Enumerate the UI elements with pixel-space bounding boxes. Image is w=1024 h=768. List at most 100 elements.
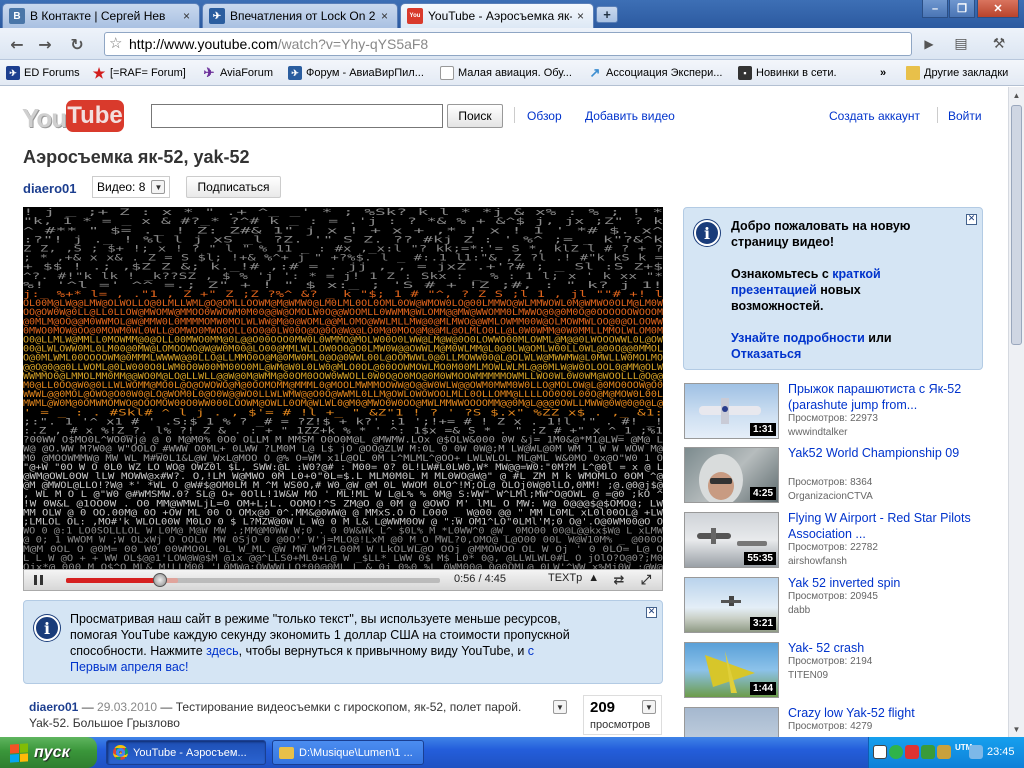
related-title[interactable]: Yak52 World Championship 09: [788, 445, 984, 461]
view-count-box: 209 просмотров ▼: [583, 695, 662, 735]
tour-link[interactable]: краткой: [832, 267, 880, 281]
related-video[interactable]: Crazy low Yak-52 flight Просмотров: 4279: [684, 705, 984, 737]
separator: —: [157, 700, 176, 714]
video-thumbnail[interactable]: 1:44: [684, 642, 779, 698]
pause-button[interactable]: [24, 570, 52, 590]
fullscreen-icon[interactable]: ⤢: [636, 571, 656, 589]
here-link[interactable]: здесь: [206, 644, 238, 658]
close-icon[interactable]: ×: [183, 9, 193, 23]
progress-bar[interactable]: [66, 573, 440, 587]
minimize-button[interactable]: –: [922, 0, 948, 18]
vertical-scrollbar[interactable]: ▲ ▼: [1008, 87, 1024, 737]
bookmark-aviavirpil[interactable]: ✈ Форум - АвиаВирПил...: [288, 64, 424, 82]
tab-lockon[interactable]: ✈ Впечатления от Lock On 2 ×: [202, 3, 398, 28]
related-video[interactable]: 1:44 Yak- 52 crash Просмотров: 2194 TITE…: [684, 640, 984, 702]
related-channel: dabb: [788, 605, 811, 616]
forward-icon[interactable]: →: [34, 33, 56, 55]
go-icon[interactable]: ▶: [918, 33, 940, 55]
textmode-notice: i Просматривая наш сайт в режиме "только…: [23, 600, 663, 684]
bookmark-small-aviation[interactable]: Малая авиация. Обу...: [440, 64, 572, 82]
bookmark-news[interactable]: ▪ Новинки в сети.: [738, 64, 837, 82]
related-channel: TITEN09: [788, 670, 829, 681]
quality-selector[interactable]: TEXTp ▲: [548, 572, 599, 584]
address-bar[interactable]: ☆ http://www.youtube.com/watch?v=Yhy-qYS…: [104, 32, 912, 56]
april-link[interactable]: с: [528, 644, 534, 658]
opt-out-link[interactable]: Отказаться: [731, 347, 801, 361]
search-input[interactable]: [151, 104, 443, 128]
back-icon[interactable]: ←: [6, 33, 28, 55]
taskbar-item-folder[interactable]: D:\Musique\Lumen\1 ...: [272, 740, 424, 765]
scroll-down-icon[interactable]: ▼: [1009, 721, 1024, 737]
new-tab-button[interactable]: +: [596, 6, 618, 23]
bookmarks-overflow-icon[interactable]: »: [880, 64, 886, 82]
search-button[interactable]: Поиск: [447, 104, 503, 128]
close-window-button[interactable]: ✕: [977, 0, 1019, 18]
video-thumbnail[interactable]: 1:31: [684, 383, 779, 439]
start-button[interactable]: пуск: [0, 737, 97, 768]
related-video[interactable]: 3:21 Yak 52 inverted spin Просмотров: 20…: [684, 575, 984, 637]
video-thumbnail[interactable]: 4:25: [684, 447, 779, 503]
related-title[interactable]: Yak 52 inverted spin: [788, 575, 984, 591]
clover-icon[interactable]: [889, 745, 903, 759]
youtube-logo[interactable]: You Tube: [22, 99, 124, 133]
welcome-text: новых: [816, 283, 861, 297]
language-icon[interactable]: [969, 745, 983, 759]
network-icon[interactable]: [921, 745, 935, 759]
related-views: Просмотров: 22782: [788, 542, 878, 553]
folder-icon: [279, 746, 294, 759]
upload-link[interactable]: Добавить видео: [585, 109, 675, 123]
tab-title: Впечатления от Lock On 2: [230, 9, 376, 23]
bookmark-star-icon[interactable]: ☆: [109, 34, 122, 52]
other-bookmarks[interactable]: Другие закладки: [906, 64, 1008, 82]
create-account-link[interactable]: Создать аккаунт: [829, 109, 920, 123]
close-icon[interactable]: ✕: [966, 214, 977, 225]
bookmark-association[interactable]: ↗ Ассоциация Экспери...: [588, 64, 723, 82]
taskbar-item-chrome[interactable]: YouTube - Аэросъем...: [106, 740, 266, 765]
tab-youtube[interactable]: You YouTube - Аэросъемка як- ×: [400, 3, 594, 28]
popout-icon[interactable]: ⇄: [609, 571, 629, 589]
april-link[interactable]: Первым апреля вас!: [70, 660, 189, 674]
bookmark-ed-forums[interactable]: ✈ ED Forums: [6, 64, 80, 82]
tab-vkontakte[interactable]: B В Контакте | Сергей Нев ×: [2, 3, 200, 28]
chevron-down-icon[interactable]: ▼: [151, 180, 166, 194]
browse-link[interactable]: Обзор: [527, 109, 562, 123]
close-icon[interactable]: ×: [577, 9, 587, 23]
channel-link[interactable]: diaero01: [23, 181, 76, 196]
video-player[interactable]: ! j _ ;+ Z : x * " .+ ^_ _' * ; %Sk? k l…: [23, 207, 663, 571]
author-link[interactable]: diaero01: [29, 700, 78, 714]
maximize-button[interactable]: ❐: [949, 0, 975, 18]
video-thumbnail[interactable]: [684, 707, 779, 737]
video-count-dropdown[interactable]: Видео: 8 ▼: [92, 176, 171, 198]
video-thumbnail[interactable]: 3:21: [684, 577, 779, 633]
sign-in-link[interactable]: Войти: [948, 109, 982, 123]
scroll-thumb[interactable]: [1011, 105, 1022, 345]
reload-icon[interactable]: ↻: [66, 33, 88, 55]
bookmark-raf-forum[interactable]: ★ [=RAF= Forum]: [92, 64, 186, 82]
page-menu-icon[interactable]: ▤: [950, 33, 972, 55]
antivirus-icon[interactable]: [905, 745, 919, 759]
close-icon[interactable]: ✕: [646, 607, 657, 618]
wrench-icon[interactable]: ⚒: [988, 33, 1010, 55]
volume-icon[interactable]: [937, 745, 951, 759]
subscribe-button[interactable]: Подписаться: [186, 176, 281, 198]
monitor-icon[interactable]: [873, 745, 887, 759]
related-title[interactable]: Crazy low Yak-52 flight: [788, 705, 984, 721]
related-title[interactable]: Yak- 52 crash: [788, 640, 984, 656]
video-thumbnail[interactable]: 55:35: [684, 512, 779, 568]
progress-scrubber[interactable]: [152, 573, 167, 587]
bookmark-aviaforum[interactable]: ✈ AviaForum: [202, 64, 273, 82]
learn-more-link[interactable]: Узнайте подробности: [731, 331, 865, 345]
related-title[interactable]: Прыжок парашютиста с Як-52 (parashute ju…: [788, 381, 984, 413]
tour-link[interactable]: презентацией: [731, 283, 817, 297]
related-video[interactable]: 1:31 Прыжок парашютиста с Як-52 (parashu…: [684, 381, 984, 443]
page-icon: [440, 66, 454, 80]
video-count-label: Видео: 8: [97, 180, 146, 194]
related-video[interactable]: 55:35 Flying W Airport - Red Star Pilots…: [684, 510, 984, 572]
related-video[interactable]: 4:25 Yak52 World Championship 09 Просмот…: [684, 445, 984, 507]
chevron-down-icon[interactable]: ▼: [553, 700, 567, 714]
chevron-down-icon[interactable]: ▼: [642, 700, 656, 714]
related-title[interactable]: Flying W Airport - Red Star Pilots Assoc…: [788, 510, 984, 542]
scroll-up-icon[interactable]: ▲: [1009, 87, 1024, 103]
close-icon[interactable]: ×: [381, 9, 391, 23]
notice-message: Просматривая наш сайт в режиме "только т…: [70, 611, 650, 675]
